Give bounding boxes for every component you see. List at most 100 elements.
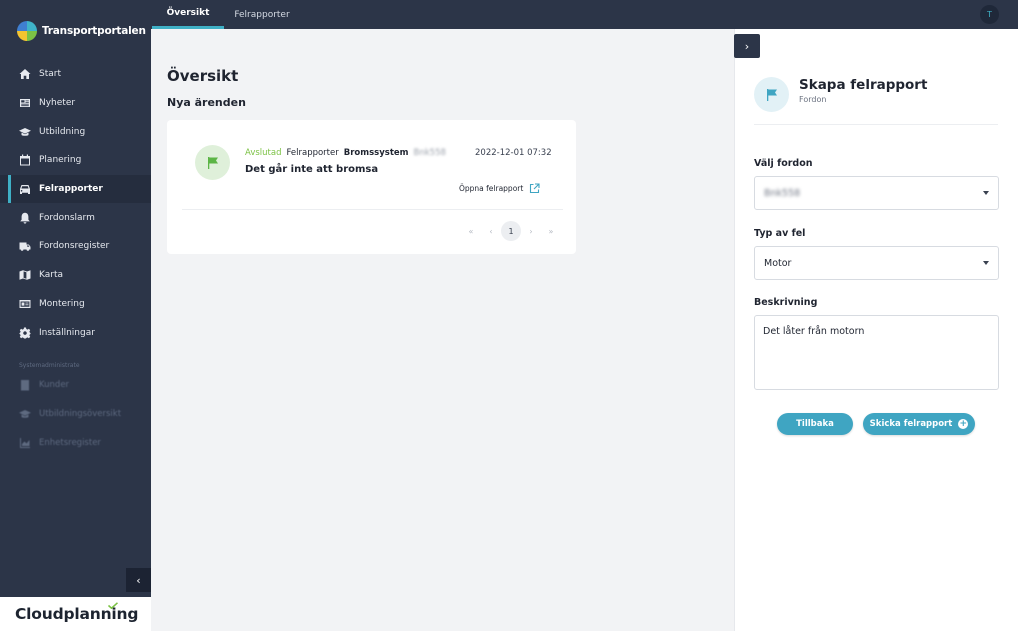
system-admin-label: Systemadministrate (19, 362, 80, 369)
page-1-button[interactable]: 1 (501, 221, 521, 241)
brand-name: Transportportalen (42, 25, 146, 37)
sidebar-item-nyheter[interactable]: Nyheter (0, 89, 151, 118)
card-divider (182, 209, 563, 210)
gear-icon (19, 327, 31, 339)
graduation-cap-icon (19, 408, 31, 420)
map-icon (19, 269, 31, 281)
id-card-icon (19, 298, 31, 310)
vehicle-select[interactable]: Bnk558 (754, 176, 999, 210)
sidebar-item-utbildningsoversikt[interactable]: Utbildningsöversikt (0, 400, 151, 429)
submit-report-button[interactable]: Skicka felrapport + (863, 413, 975, 435)
sidebar-item-label: Enhetsregister (39, 437, 101, 448)
panel-toggle-button[interactable]: › (734, 34, 760, 58)
building-icon (19, 379, 31, 391)
report-subcategory: Bromssystem (343, 148, 409, 158)
sidebar-item-label: Fordonsregister (39, 241, 110, 252)
sidebar-item-label: Felrapporter (39, 184, 103, 195)
chart-icon (19, 437, 31, 449)
report-flag-badge (195, 145, 230, 180)
sidebar-item-label: Montering (39, 298, 85, 309)
tab-label: Översikt (166, 8, 210, 18)
plus-icon: + (958, 419, 969, 429)
caret-down-icon (983, 261, 989, 265)
panel-flag-badge (754, 77, 789, 112)
sidebar-item-label: Planering (39, 155, 82, 166)
vehicle-label: Välj fordon (754, 158, 813, 169)
footer-brand-name: Cloudplanning (15, 605, 139, 623)
truck-icon (19, 240, 31, 252)
avatar[interactable]: T (980, 5, 999, 24)
sidebar-item-label: Inställningar (39, 327, 95, 338)
news-icon (19, 97, 31, 109)
collapse-sidebar-button[interactable]: ‹ (126, 568, 151, 592)
prev-page-button[interactable]: ‹ (481, 222, 501, 240)
sidebar-item-label: Fordonslarm (39, 212, 95, 223)
brand[interactable]: Transportportalen (17, 21, 146, 41)
sidebar-item-karta[interactable]: Karta (0, 261, 151, 290)
tab-label: Felrapporter (234, 9, 290, 20)
caret-down-icon (983, 191, 989, 195)
flag-icon (766, 88, 777, 101)
open-report-link[interactable]: Öppna felrapport (459, 183, 540, 194)
status-badge: Avslutad (245, 148, 282, 158)
report-vehicle: Bnk558 (413, 148, 446, 158)
report-category: Felrapporter (286, 148, 339, 158)
pagination: « ‹ 1 › » (461, 221, 561, 241)
top-bar: Översikt Felrapporter T (151, 0, 1018, 29)
fault-type-select[interactable]: Motor (754, 246, 999, 280)
report-card: Avslutad Felrapporter Bromssystem Bnk558… (167, 120, 576, 254)
sidebar-item-label: Kunder (39, 380, 70, 391)
sidebar: Transportportalen Start Nyheter Utbildni… (0, 0, 151, 631)
sidebar-nav: Start Nyheter Utbildning Planering Felra… (0, 60, 151, 347)
fault-type-label: Typ av fel (754, 228, 806, 239)
sidebar-item-label: Utbildning (39, 126, 86, 137)
report-meta: Avslutad Felrapporter Bromssystem Bnk558 (245, 148, 446, 158)
description-label: Beskrivning (754, 297, 818, 308)
report-date: 2022-12-01 07:32 (475, 148, 552, 158)
sidebar-item-label: Utbildningsöversikt (39, 409, 122, 420)
next-page-button[interactable]: › (521, 222, 541, 240)
car-icon (19, 183, 31, 195)
chevron-right-icon: › (744, 39, 750, 53)
brand-logo-icon (17, 21, 37, 41)
home-icon (19, 68, 31, 80)
description-field[interactable]: Det låter från motorn (754, 315, 999, 390)
sidebar-item-label: Karta (39, 270, 64, 281)
bell-icon (19, 212, 31, 224)
calendar-icon (19, 154, 31, 166)
sidebar-item-enhetsregister[interactable]: Enhetsregister (0, 428, 151, 457)
external-link-icon (530, 183, 540, 194)
check-icon (108, 602, 118, 609)
sidebar-item-label: Nyheter (39, 98, 76, 109)
graduation-cap-icon (19, 126, 31, 138)
sidebar-item-installningar[interactable]: Inställningar (0, 318, 151, 347)
panel-title: Skapa felrapport (799, 77, 928, 93)
panel-divider (754, 124, 998, 125)
sidebar-item-fordonsregister[interactable]: Fordonsregister (0, 232, 151, 261)
system-admin-nav: Kunder Utbildningsöversikt Enhetsregiste… (0, 371, 151, 457)
report-title: Det går inte att bromsa (245, 164, 379, 175)
section-title: Nya ärenden (167, 96, 246, 109)
sidebar-item-utbildning[interactable]: Utbildning (0, 117, 151, 146)
sidebar-item-label: Start (39, 69, 61, 80)
fault-type-select-value: Motor (764, 257, 792, 269)
vehicle-select-value: Bnk558 (764, 187, 801, 199)
sidebar-item-felrapporter[interactable]: Felrapporter (0, 174, 151, 204)
panel-subtitle: Fordon (799, 95, 827, 104)
tab-oversikt[interactable]: Översikt (152, 0, 224, 29)
first-page-button[interactable]: « (461, 222, 481, 240)
footer-brand: Cloudplanning (0, 597, 151, 631)
last-page-button[interactable]: » (541, 222, 561, 240)
open-report-label: Öppna felrapport (459, 184, 524, 193)
chevron-left-icon: ‹ (136, 573, 141, 587)
tab-felrapporter[interactable]: Felrapporter (224, 0, 300, 29)
sidebar-item-kunder[interactable]: Kunder (0, 371, 151, 400)
flag-icon (207, 156, 218, 169)
back-button-label: Tillbaka (796, 419, 834, 429)
back-button[interactable]: Tillbaka (777, 413, 853, 435)
sidebar-item-start[interactable]: Start (0, 60, 151, 89)
sidebar-item-montering[interactable]: Montering (0, 290, 151, 319)
submit-button-label: Skicka felrapport (869, 419, 953, 429)
sidebar-item-fordonslarm[interactable]: Fordonslarm (0, 203, 151, 232)
sidebar-item-planering[interactable]: Planering (0, 146, 151, 175)
